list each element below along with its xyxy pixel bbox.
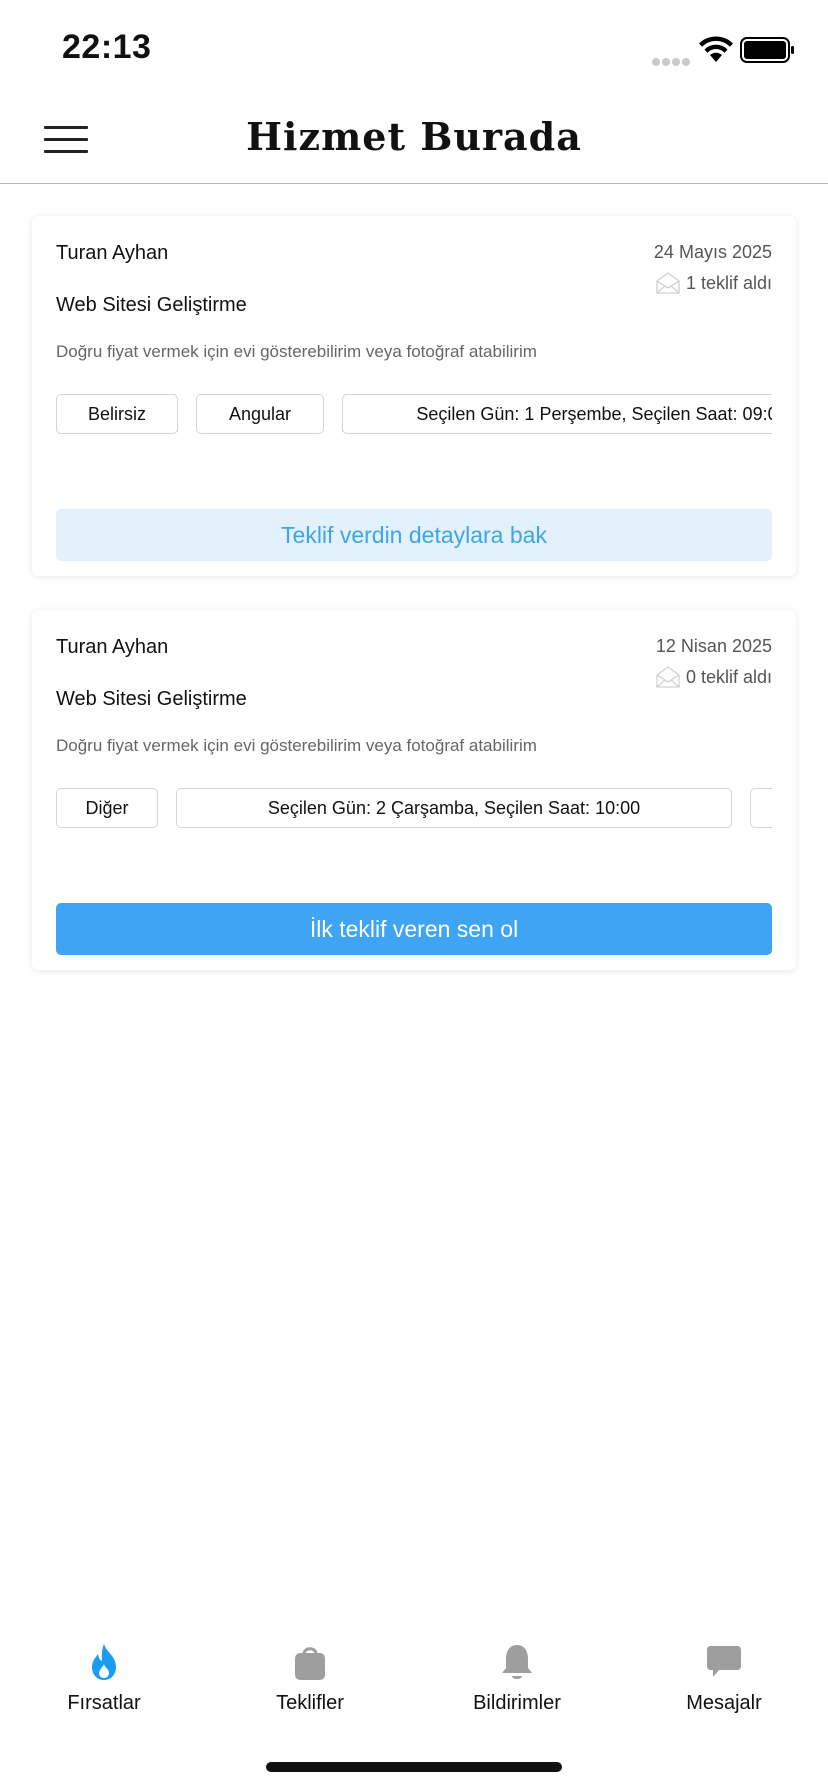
app-header: Hizmet Burada bbox=[0, 100, 828, 184]
offers-count: 0 teklif aldı bbox=[685, 666, 772, 687]
tag: Seçilen Gün: 1 Perşembe, Seçilen Saat: 0… bbox=[342, 394, 772, 434]
nav-item-mesajlar[interactable]: Mesajalr bbox=[644, 1642, 804, 1715]
cellular-signal-icon bbox=[652, 53, 692, 71]
user-name: Turan Ayhan bbox=[56, 636, 169, 658]
wifi-icon bbox=[699, 36, 733, 62]
bell-icon bbox=[502, 1645, 532, 1679]
status-time: 22:13 bbox=[62, 28, 152, 66]
service-title: Web Sitesi Geliştirme bbox=[56, 294, 247, 316]
flame-icon bbox=[92, 1644, 116, 1680]
nav-label: Fırsatlar bbox=[67, 1692, 141, 1714]
view-offer-details-button[interactable]: Teklif verdin detaylara bak bbox=[56, 509, 772, 561]
card-date: 12 Nisan 2025 bbox=[655, 636, 772, 656]
home-indicator bbox=[266, 1762, 562, 1772]
status-bar: 22:13 bbox=[0, 0, 828, 100]
envelope-icon bbox=[656, 666, 680, 688]
card-description: Doğru fiyat vermek için evi gösterebilir… bbox=[56, 342, 537, 361]
bottom-nav: Fırsatlar Teklifler Bildirimler Mesajalr bbox=[0, 1620, 828, 1730]
job-card[interactable]: Turan Ayhan 24 Mayıs 2025 1 teklif aldı … bbox=[32, 216, 796, 576]
offers-count: 1 teklif aldı bbox=[685, 272, 772, 293]
tag-list[interactable]: Belirsiz Angular Seçilen Gün: 1 Perşembe, … bbox=[56, 394, 772, 436]
chat-icon bbox=[707, 1646, 741, 1677]
bag-icon bbox=[295, 1647, 325, 1680]
card-date: 24 Mayıs 2025 bbox=[653, 242, 772, 262]
job-card[interactable]: Turan Ayhan 12 Nisan 2025 0 teklif aldı … bbox=[32, 610, 796, 970]
battery-icon bbox=[740, 37, 794, 63]
user-name: Turan Ayhan bbox=[56, 242, 169, 264]
nav-item-firsatlar[interactable]: Fırsatlar bbox=[24, 1642, 184, 1715]
offers-info: 1 teklif aldı bbox=[656, 272, 772, 294]
tag: Belirsiz bbox=[56, 394, 178, 434]
tag-list[interactable]: Diğer Seçilen Gün: 2 Çarşamba, Seçilen Sa… bbox=[56, 788, 772, 830]
nav-label: Mesajalr bbox=[686, 1692, 762, 1714]
offers-info: 0 teklif aldı bbox=[656, 666, 772, 688]
envelope-icon bbox=[656, 272, 680, 294]
card-description: Doğru fiyat vermek için evi gösterebilir… bbox=[56, 736, 537, 755]
app-title: Hizmet Burada bbox=[246, 114, 582, 159]
nav-label: Bildirimler bbox=[473, 1692, 561, 1714]
tag bbox=[750, 788, 772, 828]
make-first-offer-button[interactable]: İlk teklif veren sen ol bbox=[56, 903, 772, 955]
nav-item-bildirimler[interactable]: Bildirimler bbox=[437, 1642, 597, 1715]
service-title: Web Sitesi Geliştirme bbox=[56, 688, 247, 710]
tag: Diğer bbox=[56, 788, 158, 828]
nav-item-teklifler[interactable]: Teklifler bbox=[230, 1642, 390, 1715]
tag: Seçilen Gün: 2 Çarşamba, Seçilen Saat: 1… bbox=[176, 788, 732, 828]
nav-label: Teklifler bbox=[276, 1692, 344, 1714]
tag: Angular bbox=[196, 394, 324, 434]
